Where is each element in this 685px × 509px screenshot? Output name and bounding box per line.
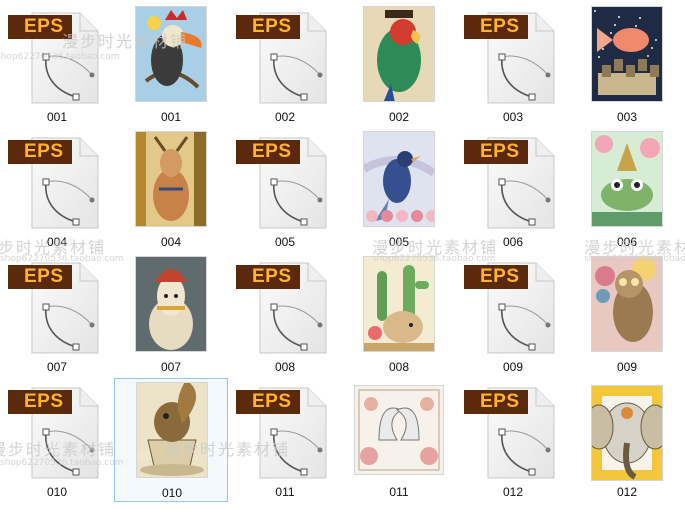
goldfish-night-icon bbox=[594, 10, 659, 95]
elephant-thumbnail bbox=[592, 386, 662, 480]
eps-badge: EPS bbox=[8, 140, 72, 164]
file-name-label: 001 bbox=[46, 110, 68, 124]
file-name-label: 011 bbox=[389, 485, 409, 499]
file-name-label: 008 bbox=[388, 360, 410, 374]
watermark-url: shop62270536.taobao.com bbox=[0, 254, 124, 264]
file-name-label: 012 bbox=[616, 485, 638, 499]
eps-badge: EPS bbox=[236, 390, 300, 414]
file-name-label: 007 bbox=[46, 360, 68, 374]
frog-lotus-thumbnail bbox=[592, 132, 662, 226]
toucan-thumbnail bbox=[136, 7, 206, 101]
eps-badge: EPS bbox=[236, 140, 300, 164]
image-file-item[interactable]: 011 bbox=[342, 378, 456, 502]
watermark-url: shop62270536.taobao.com bbox=[0, 458, 124, 468]
file-name-label: 001 bbox=[160, 110, 182, 124]
deer-thumbnail bbox=[136, 132, 206, 226]
eps-file-item[interactable]: EPS 002 bbox=[228, 3, 342, 127]
watermark-text: 漫步时光素材铺 bbox=[164, 440, 291, 459]
eps-file-item[interactable]: EPS 001 bbox=[0, 3, 114, 127]
watermark-url: shop62270536.taobao.com bbox=[372, 254, 496, 264]
file-name-label: 008 bbox=[274, 360, 296, 374]
cactus-hedgehog-icon bbox=[364, 265, 434, 351]
llama-thumbnail bbox=[136, 257, 206, 351]
file-name-label: 010 bbox=[161, 486, 183, 500]
goldfish-night-thumbnail bbox=[592, 7, 662, 101]
image-file-item[interactable]: 002 bbox=[342, 3, 456, 127]
eps-badge: EPS bbox=[464, 265, 528, 289]
file-name-label: 010 bbox=[46, 485, 68, 499]
bird-branch-thumbnail bbox=[364, 132, 434, 226]
image-file-item[interactable]: 003 bbox=[570, 3, 684, 127]
image-file-item[interactable]: 012 bbox=[570, 378, 684, 502]
file-name-label: 004 bbox=[160, 235, 182, 249]
eps-file-item[interactable]: EPS 003 bbox=[456, 3, 570, 127]
watermark-url: shop62270536.taobao.com bbox=[584, 254, 685, 264]
file-name-label: 005 bbox=[274, 235, 296, 249]
owl-flowers-icon bbox=[595, 257, 656, 342]
file-name-label: 009 bbox=[502, 360, 524, 374]
file-name-label: 002 bbox=[388, 110, 410, 124]
file-name-label: 011 bbox=[275, 485, 295, 499]
file-name-label: 002 bbox=[274, 110, 296, 124]
file-grid: EPS 001 001 EPS 002 002 EPS 003 003 EPS 004 004 EPS 0… bbox=[0, 0, 685, 509]
parrot-thumbnail bbox=[364, 7, 434, 101]
bird-branch-icon bbox=[364, 151, 434, 222]
eps-file-item[interactable]: EPS 008 bbox=[228, 253, 342, 377]
swan-roses-icon bbox=[358, 389, 440, 471]
file-name-label: 003 bbox=[502, 110, 524, 124]
frog-lotus-icon bbox=[592, 135, 662, 226]
watermark-url: shop62270536.taobao.com bbox=[0, 52, 120, 62]
image-file-item[interactable]: 008 bbox=[342, 253, 456, 377]
cactus-hedgehog-thumbnail bbox=[364, 257, 434, 351]
eps-badge: EPS bbox=[464, 140, 528, 164]
eps-file-item[interactable]: EPS 009 bbox=[456, 253, 570, 377]
image-file-item[interactable]: 009 bbox=[570, 253, 684, 377]
eps-badge: EPS bbox=[464, 390, 528, 414]
watermark-text: 漫步时光素材铺 bbox=[0, 440, 117, 459]
toucan-icon bbox=[144, 10, 202, 89]
watermark-text: 漫步时光素材铺 bbox=[62, 32, 189, 51]
eps-file-item[interactable]: EPS 007 bbox=[0, 253, 114, 377]
owl-flowers-thumbnail bbox=[592, 257, 662, 351]
eps-badge: EPS bbox=[236, 265, 300, 289]
image-file-item[interactable]: 004 bbox=[114, 128, 228, 252]
swan-roses-thumbnail bbox=[355, 386, 443, 474]
eps-badge: EPS bbox=[236, 15, 300, 39]
parrot-icon bbox=[377, 10, 421, 101]
eps-badge: EPS bbox=[8, 390, 72, 414]
eps-badge: EPS bbox=[8, 265, 72, 289]
llama-icon bbox=[149, 269, 193, 350]
eps-badge: EPS bbox=[464, 15, 528, 39]
eps-file-item[interactable]: EPS 005 bbox=[228, 128, 342, 252]
file-name-label: 012 bbox=[502, 485, 524, 499]
file-name-label: 009 bbox=[616, 360, 638, 374]
file-name-label: 007 bbox=[160, 360, 182, 374]
squirrel-teacup-thumbnail bbox=[137, 383, 207, 477]
image-file-item[interactable]: 001 bbox=[114, 3, 228, 127]
deer-icon bbox=[136, 132, 206, 226]
squirrel-teacup-icon bbox=[138, 383, 204, 476]
file-name-label: 003 bbox=[616, 110, 638, 124]
elephant-icon bbox=[592, 396, 662, 480]
image-file-item[interactable]: 007 bbox=[114, 253, 228, 377]
eps-file-item[interactable]: EPS 012 bbox=[456, 378, 570, 502]
